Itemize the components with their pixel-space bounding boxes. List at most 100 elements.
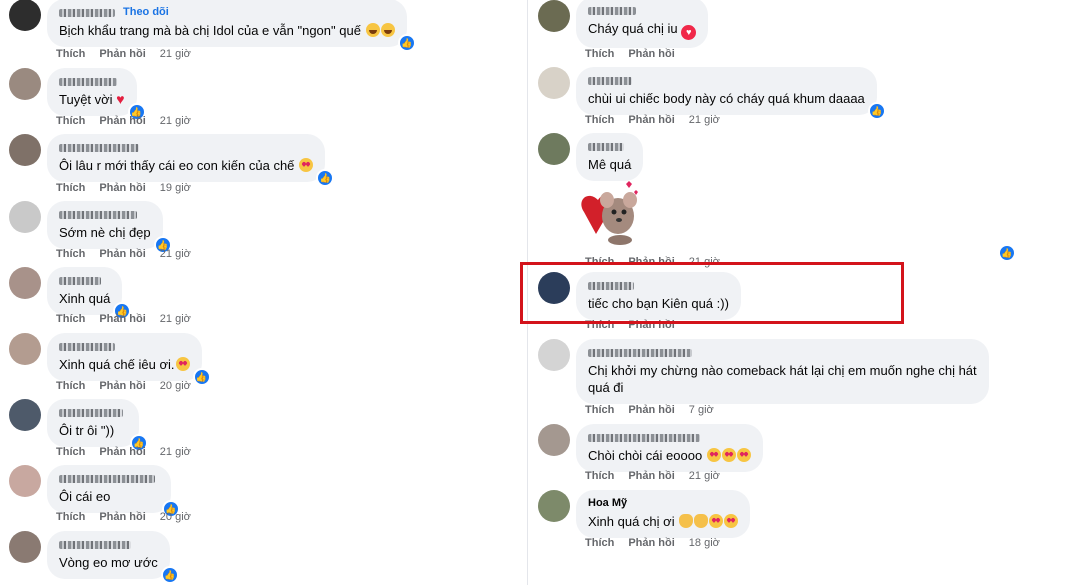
like-link[interactable]: Thích xyxy=(56,380,85,392)
like-link[interactable]: Thích xyxy=(56,115,85,127)
timestamp[interactable]: 20 giờ xyxy=(160,511,191,523)
avatar[interactable] xyxy=(9,531,41,563)
like-link[interactable]: Thích xyxy=(56,511,85,523)
avatar[interactable] xyxy=(9,267,41,299)
commenter-name[interactable] xyxy=(59,406,127,419)
like-link[interactable]: Thích xyxy=(585,404,614,416)
like-reaction-icon[interactable]: 👍 xyxy=(867,102,886,120)
avatar[interactable] xyxy=(538,133,570,165)
reply-link[interactable]: Phản hồi xyxy=(628,470,674,482)
follow-link[interactable]: Theo dõi xyxy=(123,6,169,19)
reply-link[interactable]: Phản hồi xyxy=(99,313,145,325)
comment-bubble: Xinh quá chế iêu ơi. 👍 xyxy=(47,333,211,386)
timestamp[interactable]: 19 giờ xyxy=(160,182,191,194)
timestamp[interactable]: 20 giờ xyxy=(160,380,191,392)
commenter-name[interactable]: Hoa Mỹ xyxy=(588,497,738,510)
comment-actions: Thích Phản hồi 20 giờ xyxy=(56,511,205,523)
commenter-name[interactable] xyxy=(588,140,631,153)
avatar[interactable] xyxy=(538,490,570,522)
timestamp[interactable]: 21 giờ xyxy=(160,48,191,60)
commenter-name[interactable] xyxy=(588,4,696,17)
heart-mouse-sticker[interactable] xyxy=(574,178,646,250)
commenter-name[interactable] xyxy=(59,208,151,221)
like-link[interactable]: Thích xyxy=(585,537,614,549)
reply-link[interactable]: Phản hồi xyxy=(628,404,674,416)
commenter-name[interactable] xyxy=(59,340,190,353)
reply-link[interactable]: Phản hồi xyxy=(628,114,674,126)
like-link[interactable]: Thích xyxy=(585,48,614,60)
like-reaction-icon[interactable]: 👍 xyxy=(160,566,179,584)
avatar[interactable] xyxy=(9,134,41,166)
reply-link[interactable]: Phản hồi xyxy=(99,248,145,260)
reply-link[interactable]: Phản hồi xyxy=(99,380,145,392)
comment-actions: Thích Phản hồi 21 giờ xyxy=(56,446,205,458)
comment-bubble: Theo dõi Bịch khẩu trang mà bà chị Idol … xyxy=(47,0,416,52)
commenter-name[interactable] xyxy=(588,431,751,444)
reply-link[interactable]: Phản hồi xyxy=(99,48,145,60)
reply-link[interactable]: Phản hồi xyxy=(99,182,145,194)
comment-text: Chị khởi my chừng nào comeback hát lại c… xyxy=(588,363,977,378)
like-reaction-icon[interactable]: 👍 xyxy=(397,34,416,52)
commenter-name[interactable] xyxy=(59,274,110,287)
comment-text: Cháy quá chị iu xyxy=(588,21,678,36)
timestamp[interactable]: 21 giờ xyxy=(689,470,720,482)
like-link[interactable]: Thích xyxy=(56,248,85,260)
like-reaction-icon[interactable]: 👍 xyxy=(316,169,335,187)
comment-text: Chòi chòi cái eoooo xyxy=(588,448,703,463)
like-link[interactable]: Thích xyxy=(585,470,614,482)
like-link[interactable]: Thích xyxy=(56,446,85,458)
reply-link[interactable]: Phản hồi xyxy=(99,511,145,523)
like-link[interactable]: Thích xyxy=(56,182,85,194)
avatar[interactable] xyxy=(9,0,41,31)
commenter-name[interactable] xyxy=(588,74,865,87)
like-link[interactable]: Thích xyxy=(56,313,85,325)
timestamp[interactable]: 21 giờ xyxy=(689,114,720,126)
avatar[interactable] xyxy=(538,67,570,99)
like-link[interactable]: Thích xyxy=(585,114,614,126)
comment-bubble: Xinh quá 👍 xyxy=(47,267,132,320)
commenter-name[interactable] xyxy=(59,538,158,551)
commenter-name[interactable] xyxy=(59,141,313,154)
commenter-name[interactable] xyxy=(59,75,125,88)
heart-eyes-emoji-icon xyxy=(706,448,721,462)
heart-eyes-emoji-icon xyxy=(721,448,736,462)
reply-link[interactable]: Phản hồi xyxy=(628,537,674,549)
comment-actions: Thích Phản hồi 21 giờ xyxy=(585,470,734,482)
commenter-name[interactable] xyxy=(59,472,159,485)
comment-bubble: chùi ui chiếc body này có cháy quá khum … xyxy=(576,67,886,120)
timestamp[interactable]: 18 giờ xyxy=(689,537,720,549)
comment-actions: Thích Phản hồi 21 giờ xyxy=(585,114,734,126)
commenter-name[interactable] xyxy=(588,346,977,359)
comment-panel: Theo dõi Bịch khẩu trang mà bà chị Idol … xyxy=(0,0,1075,585)
reply-link[interactable]: Phản hồi xyxy=(628,48,674,60)
avatar[interactable] xyxy=(9,201,41,233)
like-reaction-icon[interactable]: 👍 xyxy=(998,244,1016,262)
reply-link[interactable]: Phản hồi xyxy=(99,446,145,458)
comment-bubble: Chị khởi my chừng nào comeback hát lại c… xyxy=(576,339,989,404)
comment-text: Ôi tr ôi ")) xyxy=(59,423,115,438)
avatar[interactable] xyxy=(538,424,570,456)
avatar[interactable] xyxy=(538,0,570,32)
comment-text: Ôi cái eo xyxy=(59,489,111,504)
comment-text-line-2: quá đi xyxy=(588,380,624,395)
commenter-name[interactable]: Theo dõi xyxy=(59,6,395,19)
timestamp[interactable]: 21 giờ xyxy=(160,313,191,325)
comment-text: Xinh quá xyxy=(59,291,111,306)
like-link[interactable]: Thích xyxy=(56,48,85,60)
timestamp[interactable]: 21 giờ xyxy=(160,446,191,458)
avatar[interactable] xyxy=(9,68,41,100)
comment-bubble: Sớm nè chị đẹp 👍 xyxy=(47,201,172,254)
timestamp[interactable]: 21 giờ xyxy=(160,115,191,127)
author-label[interactable]: Hoa Mỹ xyxy=(588,497,627,510)
timestamp[interactable]: 21 giờ xyxy=(160,248,191,260)
comment-bubble: Cháy quá chị iu ♥ xyxy=(576,0,709,48)
avatar[interactable] xyxy=(538,339,570,371)
avatar[interactable] xyxy=(9,333,41,365)
reply-link[interactable]: Phản hồi xyxy=(99,115,145,127)
timestamp[interactable]: 7 giờ xyxy=(689,404,714,416)
avatar[interactable] xyxy=(9,465,41,497)
highlight-box xyxy=(520,262,904,324)
comment-bubble: Vòng eo mơ ước 👍 xyxy=(47,531,179,584)
comment-actions: Thích Phản hồi 21 giờ xyxy=(56,313,205,325)
avatar[interactable] xyxy=(9,399,41,431)
